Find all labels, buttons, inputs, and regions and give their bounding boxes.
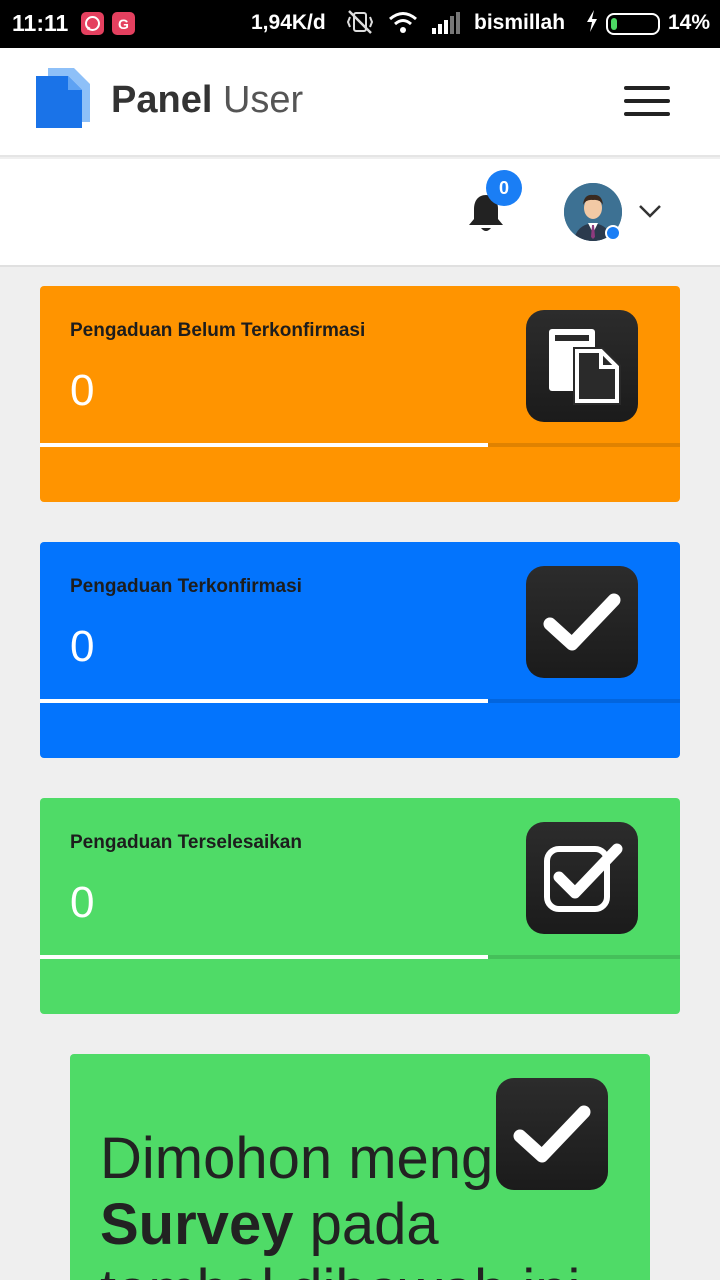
progress-bar [40,955,488,959]
brand-bold: Panel [111,79,213,121]
carrier-name: bismillah [474,11,566,34]
card-title: Pengaduan Belum Terkonfirmasi [70,320,366,341]
signal-icon [430,12,462,41]
progress-bar [40,443,488,447]
progress-track [40,443,680,447]
status-bar: 11:11 G 1,94K/d bismillah 14% [0,0,720,48]
online-status-dot [605,225,621,241]
network-speed: 1,94K/d [251,11,326,34]
app-header: Panel User [0,48,720,157]
google-icon: G [112,12,135,35]
card-title: Pengaduan Terselesaikan [70,832,302,853]
card-title: Pengaduan Terkonfirmasi [70,576,302,597]
stat-card-completed[interactable]: Pengaduan Terselesaikan 0 [40,798,680,1014]
battery-level [611,18,618,30]
checkmark-icon [526,566,638,678]
brand-title[interactable]: Panel User [111,79,303,122]
status-time: 11:11 [12,10,69,36]
wifi-icon [388,10,418,41]
charging-icon [585,9,599,39]
whatsapp-icon [81,12,104,35]
survey-card: Dimohon mengisi Survey pada tombol dibaw… [70,1054,650,1280]
progress-track [40,699,680,703]
progress-track [40,955,680,959]
user-toolbar: 0 [0,159,720,267]
vibrate-off-icon [345,9,375,41]
battery-icon [606,13,660,35]
survey-line-3: tombol dibawah ini [100,1258,640,1280]
brand-light: User [222,79,304,121]
card-value: 0 [70,878,95,927]
notification-badge[interactable]: 0 [486,170,522,206]
checkbox-checked-icon [526,822,638,934]
document-logo-icon [36,66,92,132]
survey-line-2: Survey pada [100,1192,640,1258]
battery-percent: 14% [668,11,711,34]
stat-card-confirmed[interactable]: Pengaduan Terkonfirmasi 0 [40,542,680,758]
card-value: 0 [70,622,95,671]
chevron-down-icon[interactable] [638,203,662,219]
card-value: 0 [70,366,95,415]
survey-line-2-rest: pada [293,1192,439,1257]
checkmark-icon [496,1078,608,1190]
survey-keyword: Survey [100,1192,294,1257]
documents-icon [526,310,638,422]
progress-bar [40,699,488,703]
hamburger-menu-icon[interactable] [624,86,670,118]
stat-card-unconfirmed[interactable]: Pengaduan Belum Terkonfirmasi 0 [40,286,680,502]
